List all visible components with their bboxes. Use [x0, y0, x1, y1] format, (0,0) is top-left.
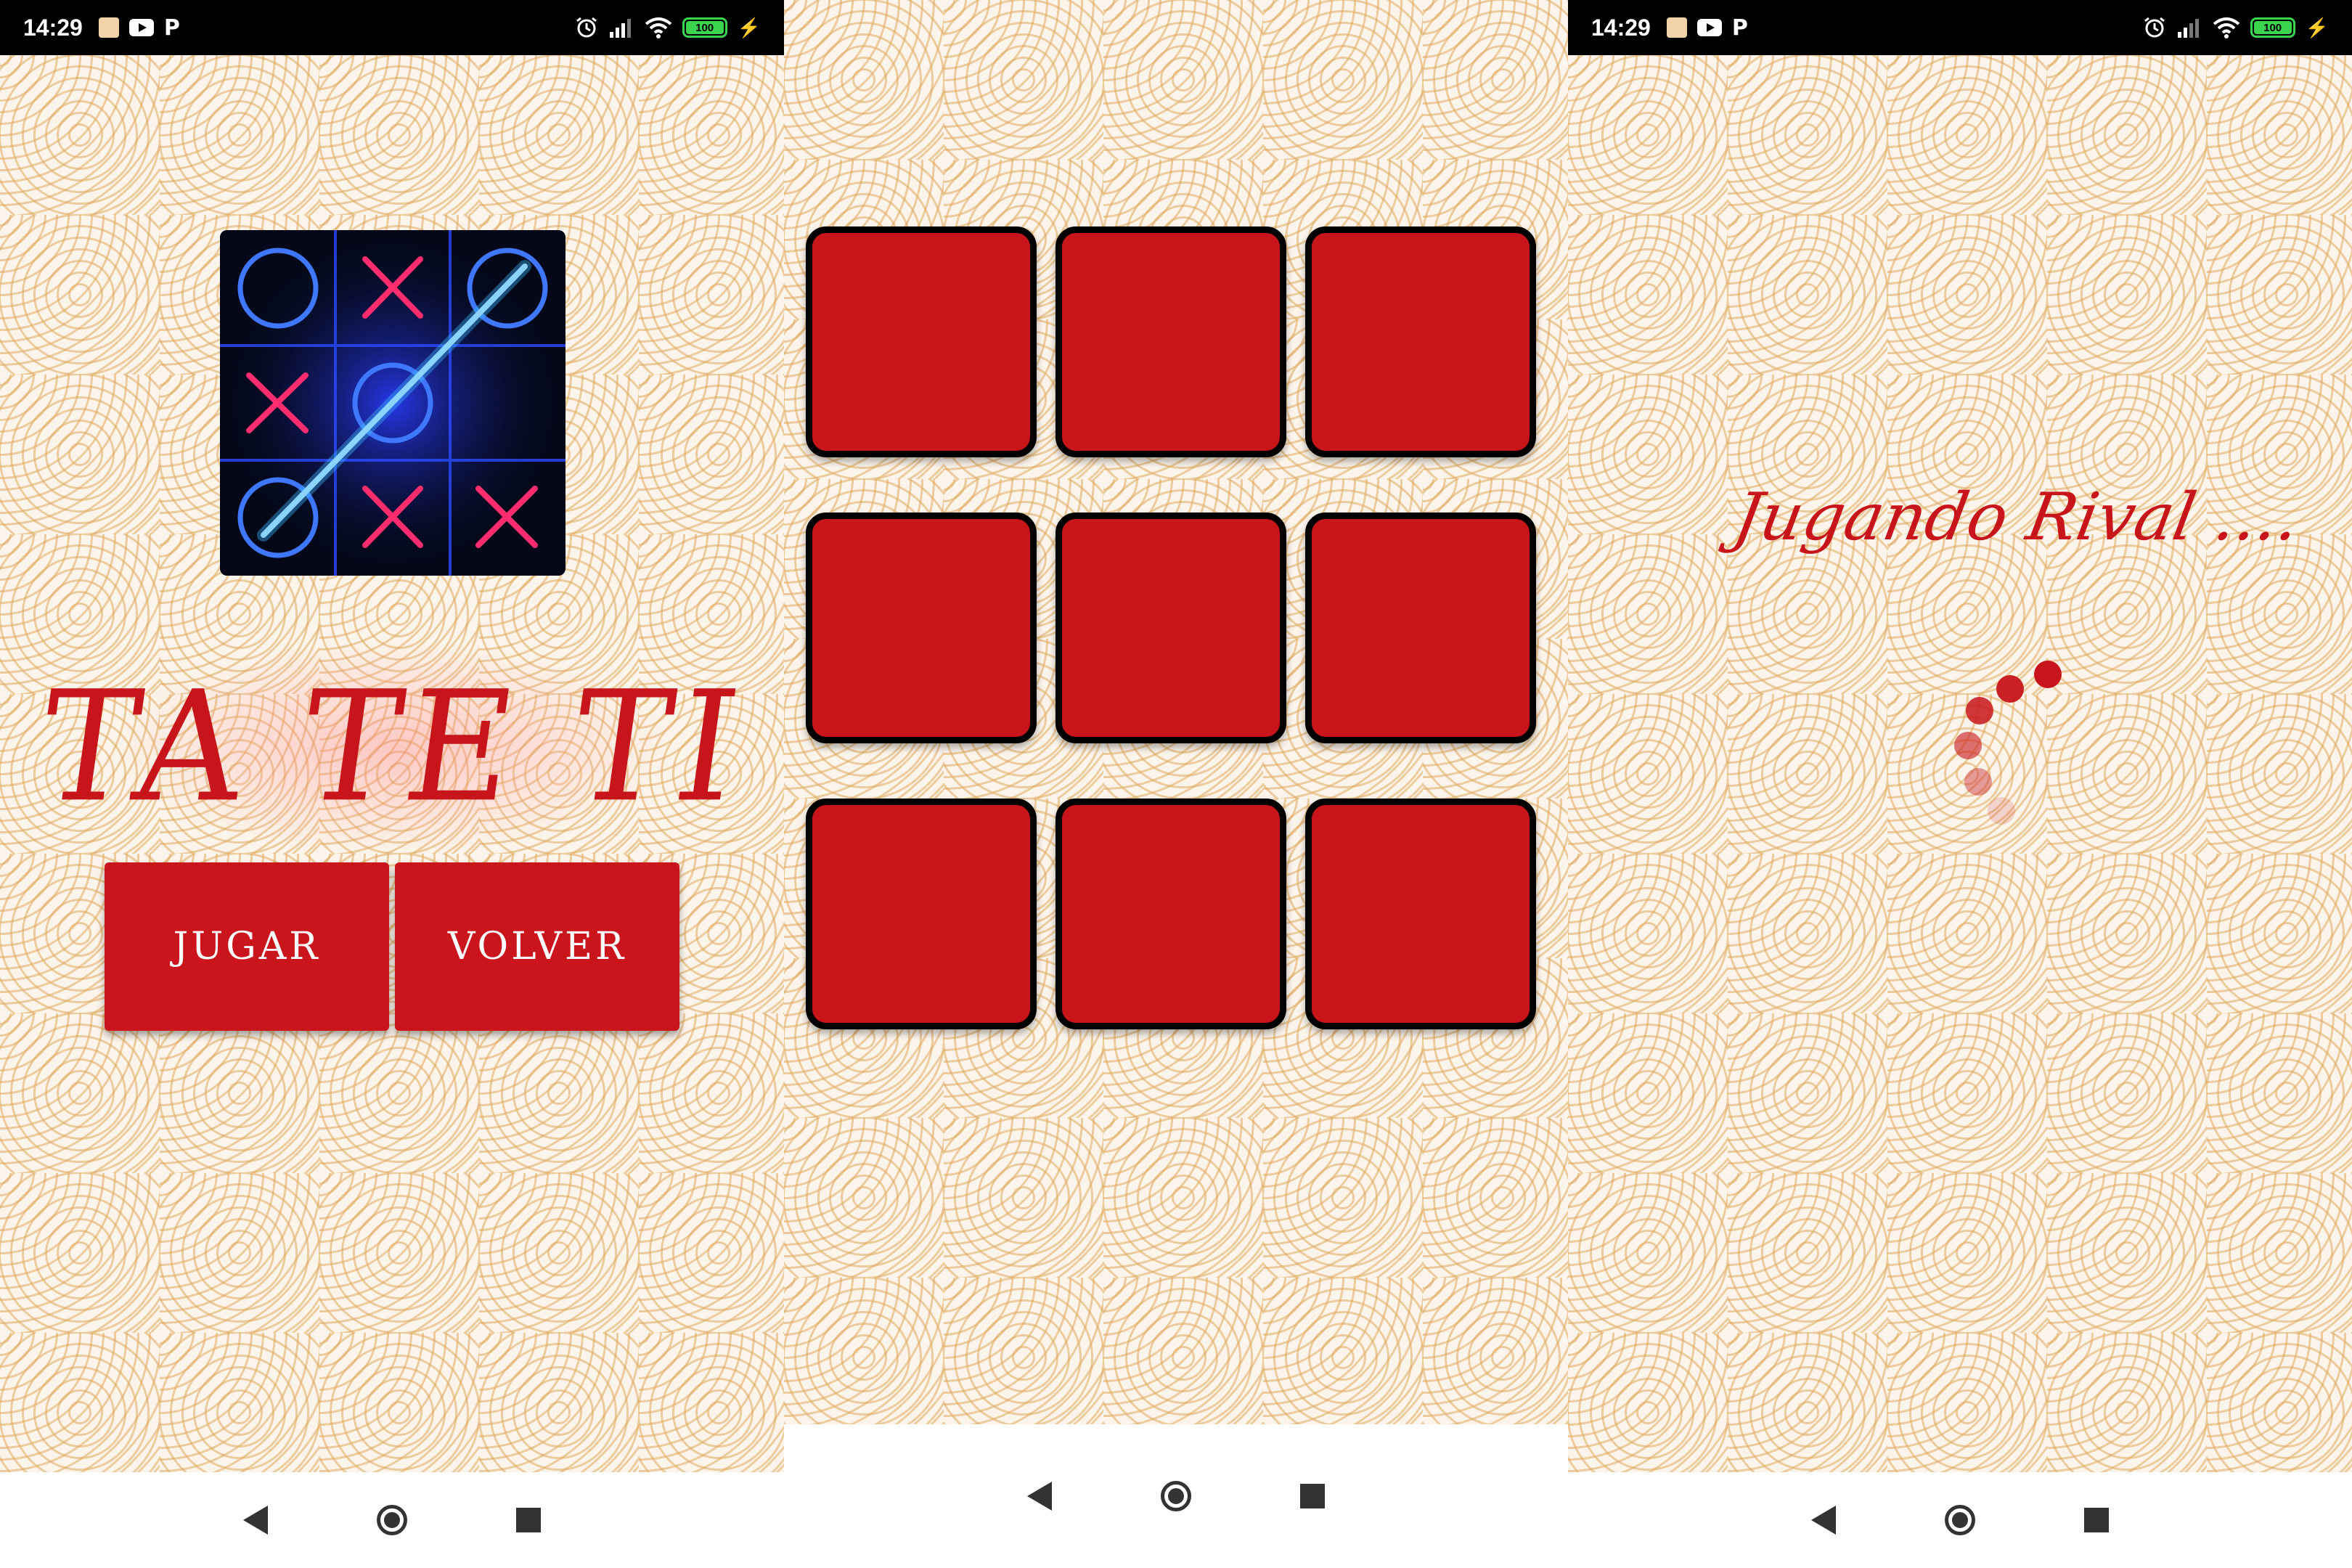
game-title: TA TE TI [28, 658, 756, 836]
game-board-screen [784, 0, 1568, 1568]
charging-icon: ⚡ [737, 16, 761, 38]
battery-level: 100 [2263, 21, 2282, 34]
status-bar: 14:29 P 100 ⚡ [1568, 0, 2352, 55]
board-cell-4[interactable] [806, 513, 1037, 743]
tic-tac-toe-logo [220, 230, 565, 576]
wifi-icon [2213, 17, 2240, 38]
spinner-dot [1988, 797, 2015, 825]
p-app-icon: P [163, 15, 180, 41]
board-cell-6[interactable] [1305, 513, 1536, 743]
spinner-dot [1964, 768, 1992, 796]
menu-screen: 14:29 P 100 ⚡ TA TE TI JUGAR VOLVER [0, 0, 784, 1568]
board-cell-2[interactable] [1055, 226, 1286, 457]
battery-icon: 100 [682, 17, 727, 38]
p-app-icon: P [1731, 15, 1748, 41]
recents-icon[interactable] [1300, 1484, 1325, 1508]
recents-icon[interactable] [516, 1508, 541, 1532]
home-icon[interactable] [377, 1505, 407, 1535]
waiting-screen: 14:29 P 100 ⚡ Jugando Rival .... [1568, 0, 2352, 1568]
signal-icon [2176, 17, 2202, 38]
battery-icon: 100 [2250, 17, 2295, 38]
board-cell-5[interactable] [1055, 513, 1286, 743]
back-button[interactable]: VOLVER [395, 862, 679, 1031]
spinner-dot [2034, 661, 2062, 688]
navigation-bar [1568, 1472, 2352, 1568]
alarm-icon [2143, 16, 2166, 39]
status-time: 14:29 [23, 14, 83, 41]
home-icon[interactable] [1161, 1481, 1191, 1511]
spinner-dot [1996, 675, 2024, 703]
signal-icon [608, 17, 634, 38]
waiting-message: Jugando Rival .... [1728, 479, 2306, 555]
board-cell-3[interactable] [1305, 226, 1536, 457]
play-button[interactable]: JUGAR [105, 862, 389, 1031]
board-cell-1[interactable] [806, 226, 1037, 457]
youtube-icon [1696, 19, 1722, 36]
navigation-bar [784, 1424, 1568, 1568]
wifi-icon [645, 17, 672, 38]
notification-app-icon [1666, 17, 1687, 38]
navigation-bar [0, 1472, 784, 1568]
back-icon[interactable] [1811, 1506, 1836, 1535]
status-time: 14:29 [1591, 14, 1651, 41]
status-bar: 14:29 P 100 ⚡ [0, 0, 784, 55]
charging-icon: ⚡ [2305, 16, 2329, 38]
spinner-dot [1966, 697, 1993, 724]
logo-board-graphic [220, 230, 565, 576]
board-cell-8[interactable] [1055, 799, 1286, 1029]
back-icon[interactable] [1027, 1482, 1052, 1511]
battery-level: 100 [695, 21, 714, 34]
spinner-dot [1954, 732, 1982, 759]
loading-spinner [1873, 639, 2120, 857]
alarm-icon [575, 16, 598, 39]
youtube-icon [128, 19, 154, 36]
board-cell-9[interactable] [1305, 799, 1536, 1029]
board-cell-7[interactable] [806, 799, 1037, 1029]
back-icon[interactable] [243, 1506, 268, 1535]
home-icon[interactable] [1945, 1505, 1975, 1535]
tic-tac-toe-board [806, 226, 1546, 1040]
recents-icon[interactable] [2084, 1508, 2109, 1532]
notification-app-icon [98, 17, 119, 38]
